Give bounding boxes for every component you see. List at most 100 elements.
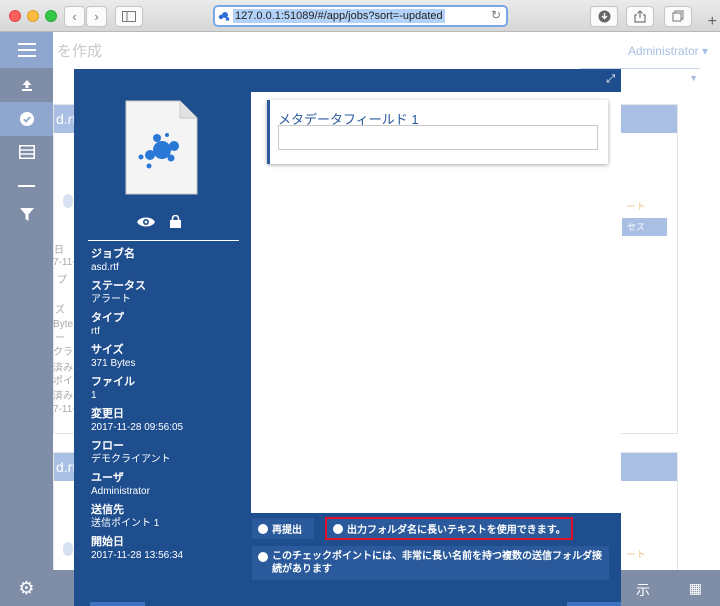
download-icon xyxy=(598,10,610,23)
forward-button[interactable]: › xyxy=(86,6,107,27)
checkpoint-label: このチェックポイントには、非常に長い名前を持つ複数の送信フォルダ接続があります xyxy=(272,551,602,575)
bg-text: ズ xyxy=(55,305,65,316)
chevron-left-icon: ‹ xyxy=(72,9,77,24)
radio-icon xyxy=(63,542,73,556)
info-value: デモクライアント xyxy=(91,454,171,465)
info-label: 開始日 xyxy=(91,536,124,548)
bg-text: ー xyxy=(55,333,65,344)
list-view-button[interactable] xyxy=(0,135,53,169)
info-row-status: ステータス アラート xyxy=(91,279,241,307)
metadata-field-card: メタデータフィールド 1 xyxy=(267,100,608,164)
new-tab-button[interactable]: + xyxy=(708,14,717,30)
info-label: 送信先 xyxy=(91,504,124,516)
downloads-button[interactable] xyxy=(590,6,618,27)
site-favicon-icon xyxy=(218,12,230,21)
info-label: サイズ xyxy=(91,344,124,356)
divider xyxy=(88,240,239,241)
checkpoint-long-folder-name[interactable]: 出力フォルダ名に長いテキストを使用できます。 xyxy=(325,517,573,540)
share-icon xyxy=(634,10,646,23)
metadata-panel: メタデータフィールド 1 xyxy=(251,92,621,513)
back-button[interactable]: ‹ xyxy=(64,6,85,27)
tabs-button[interactable] xyxy=(664,6,692,27)
gear-icon: ⚙ xyxy=(18,577,35,598)
footer-label: 示 xyxy=(636,582,650,598)
checkpoint-label: 出力フォルダ名に長いテキストを使用できます。 xyxy=(347,525,566,536)
reload-icon[interactable]: ↻ xyxy=(491,8,501,22)
info-row-modified: 変更日 2017-11-28 09:56:05 xyxy=(91,407,241,435)
sidebar-toggle-button[interactable] xyxy=(115,6,143,27)
info-row-start-date: 開始日 2017-11-28 13:56:34 xyxy=(91,535,241,563)
share-button[interactable] xyxy=(626,6,654,27)
chevron-down-icon[interactable]: ▼ xyxy=(689,73,698,83)
address-bar[interactable]: 127.0.0.1:51089/#/app/jobs?sort=-updated… xyxy=(213,5,508,27)
process-button[interactable]: セス xyxy=(622,218,667,236)
info-label: ユーザ xyxy=(91,472,124,484)
settings-button[interactable]: ⚙ xyxy=(0,570,53,606)
info-value: 2017-11-28 09:56:05 xyxy=(91,422,184,433)
menu-button[interactable] xyxy=(0,32,53,68)
bg-text: ポイ xyxy=(53,376,73,387)
info-label: ジョブ名 xyxy=(91,248,135,260)
sidebar-icon xyxy=(122,11,136,22)
info-label: 変更日 xyxy=(91,408,124,420)
checkpoint-multiple-folders[interactable]: このチェックポイントには、非常に長い名前を持つ複数の送信フォルダ接続があります xyxy=(252,546,609,580)
info-value: rtf xyxy=(91,326,100,337)
file-icon xyxy=(125,100,198,195)
check-circle-icon xyxy=(19,112,34,126)
minimize-window-button[interactable] xyxy=(27,10,39,22)
lock-icon[interactable] xyxy=(170,215,181,228)
info-row-job-name: ジョブ名 asd.rtf xyxy=(91,247,241,275)
info-label: ファイル xyxy=(91,376,135,388)
info-label: ステータス xyxy=(91,280,146,292)
modal-footer-button[interactable] xyxy=(90,602,145,606)
minus-icon xyxy=(18,185,35,187)
info-value: asd.rtf xyxy=(91,262,119,273)
modal-footer-button[interactable] xyxy=(567,602,621,606)
file-actions xyxy=(137,214,187,230)
job-detail-modal: ⤢ ジョブ名 asd.rtf ステータス アラート タイプ rtf サイズ 37… xyxy=(74,69,621,606)
metadata-field-input[interactable] xyxy=(278,125,598,150)
expand-icon[interactable]: ⤢ xyxy=(606,73,615,86)
checkpoint-resubmit[interactable]: 再提出 xyxy=(252,518,314,539)
upload-button[interactable] xyxy=(0,68,53,102)
radio-icon xyxy=(258,552,268,562)
info-row-files: ファイル 1 xyxy=(91,375,241,403)
grid-icon[interactable]: ▦ xyxy=(689,580,702,597)
status-alert-label: ート xyxy=(626,202,646,213)
user-name: Administrator xyxy=(627,44,699,58)
jobs-button[interactable] xyxy=(0,102,53,136)
radio-icon xyxy=(333,523,343,534)
info-label: タイプ xyxy=(91,312,124,324)
checkpoint-label: 再提出 xyxy=(272,525,302,536)
menu-icon xyxy=(17,43,36,57)
filter-icon xyxy=(19,208,34,221)
eye-icon[interactable] xyxy=(137,216,155,228)
info-value: 2017-11-28 13:56:34 xyxy=(91,550,184,561)
list-icon xyxy=(18,145,35,159)
radio-icon xyxy=(63,194,73,208)
status-alert-label: ート xyxy=(626,550,646,561)
upload-icon xyxy=(21,80,32,91)
user-menu[interactable]: Administrator ▾ xyxy=(628,44,708,58)
bg-text: 7-11- xyxy=(53,404,76,415)
zoom-window-button[interactable] xyxy=(45,10,57,22)
bg-text: 済み xyxy=(53,391,73,402)
info-row-type: タイプ rtf xyxy=(91,311,241,339)
radio-icon xyxy=(258,523,268,534)
sidebar: ⚙ xyxy=(0,32,53,606)
bg-text: プ xyxy=(57,275,67,286)
info-value: 送信ポイント 1 xyxy=(91,518,160,529)
bg-text: クラ xyxy=(53,347,73,358)
page-title: を作成 xyxy=(57,43,103,60)
bg-text: Byte xyxy=(53,319,74,330)
info-label: フロー xyxy=(91,440,124,452)
info-row-destination: 送信先 送信ポイント 1 xyxy=(91,503,241,531)
url-text: 127.0.0.1:51089/#/app/jobs?sort=-updated xyxy=(233,9,445,23)
info-row-user: ユーザ Administrator xyxy=(91,471,241,499)
info-row-size: サイズ 371 Bytes xyxy=(91,343,241,371)
bg-text: 7-11- xyxy=(53,257,76,268)
info-value: 371 Bytes xyxy=(91,358,136,369)
filter-button[interactable] xyxy=(0,198,53,232)
close-window-button[interactable] xyxy=(9,10,21,22)
bg-text: 済み xyxy=(53,363,73,374)
